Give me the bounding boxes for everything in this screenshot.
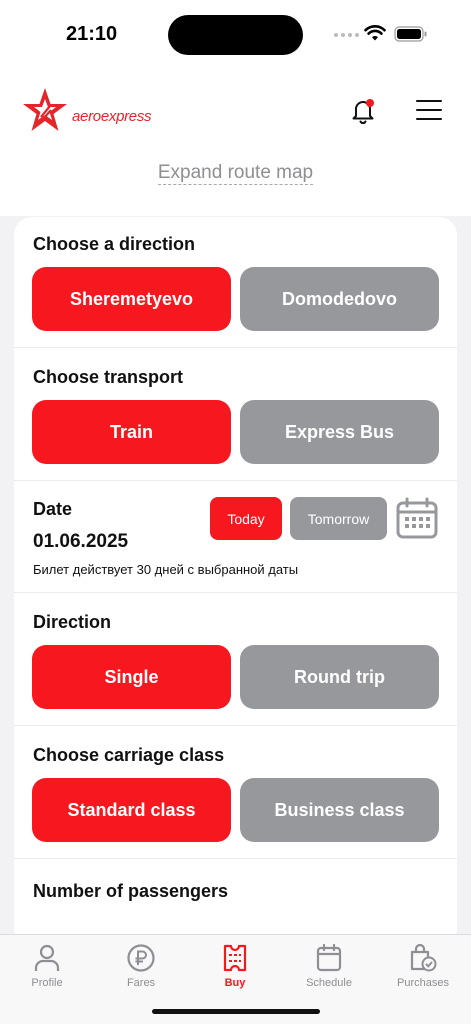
date-section-title: Date — [33, 499, 73, 519]
notification-bell-icon[interactable] — [348, 96, 378, 126]
transport-express-bus-button[interactable]: Express Bus — [240, 400, 439, 464]
ticket-icon — [223, 944, 247, 972]
trip-single-button[interactable]: Single — [32, 645, 231, 709]
route-domodedovo-button[interactable]: Domodedovo — [240, 267, 439, 331]
transport-section: Choose transport Train Express Bus — [14, 348, 457, 481]
carriage-section: Choose carriage class Standard class Bus… — [14, 726, 457, 859]
trip-direction-section-title: Direction — [33, 612, 112, 632]
tab-purchases-label: Purchases — [397, 977, 449, 989]
tab-schedule-label: Schedule — [306, 977, 352, 989]
route-sheremetyevo-button[interactable]: Sheremetyevo — [32, 267, 231, 331]
route-section-title: Choose a direction — [33, 234, 196, 254]
ruble-icon — [127, 944, 155, 972]
calendar-picker-icon[interactable] — [395, 497, 439, 541]
status-time: 21:10 — [66, 23, 118, 45]
tab-fares[interactable]: Fares — [94, 943, 188, 989]
header: aeroexpress Expand route map — [0, 62, 471, 216]
status-bar: 21:10 — [0, 0, 471, 62]
carriage-standard-button[interactable]: Standard class — [32, 778, 231, 842]
passengers-section-title: Number of passengers — [33, 881, 229, 901]
carriage-section-title: Choose carriage class — [33, 745, 225, 765]
home-indicator — [152, 1009, 320, 1014]
transport-train-button[interactable]: Train — [32, 400, 231, 464]
carriage-business-button[interactable]: Business class — [240, 778, 439, 842]
battery-icon — [394, 26, 427, 42]
date-tomorrow-button[interactable]: Tomorrow — [290, 497, 387, 540]
date-note: Билет действует 30 дней с выбранной даты — [33, 562, 299, 577]
tab-fares-label: Fares — [126, 977, 156, 989]
tab-buy[interactable]: Buy — [188, 943, 282, 989]
aeroexpress-logo[interactable]: aeroexpress — [20, 86, 152, 136]
tab-purchases[interactable]: Purchases — [376, 943, 470, 989]
person-icon — [34, 944, 60, 971]
date-today-button[interactable]: Today — [210, 497, 282, 540]
date-section: Date 01.06.2025 Билет действует 30 дней … — [14, 481, 457, 593]
wifi-icon — [364, 25, 386, 41]
trip-round-trip-button[interactable]: Round trip — [240, 645, 439, 709]
expand-route-map-link[interactable]: Expand route map — [0, 162, 471, 185]
tab-buy-label: Buy — [224, 977, 246, 989]
calendar-icon — [316, 943, 342, 972]
transport-section-title: Choose transport — [33, 367, 184, 387]
expand-route-map-label: Expand route map — [157, 162, 314, 185]
signal-icon — [334, 33, 359, 37]
tab-profile[interactable]: Profile — [0, 943, 94, 989]
booking-card: Choose a direction Sheremetyevo Domodedo… — [14, 217, 457, 947]
route-section: Choose a direction Sheremetyevo Domodedo… — [14, 217, 457, 348]
shopping-bag-icon — [410, 943, 437, 972]
tab-schedule[interactable]: Schedule — [282, 943, 376, 989]
trip-direction-section: Direction Single Round trip — [14, 593, 457, 726]
dynamic-island — [168, 15, 303, 55]
star-logo-icon — [23, 88, 67, 131]
tab-profile-label: Profile — [31, 977, 63, 989]
logo-text: aeroexpress — [72, 107, 152, 125]
date-value: 01.06.2025 — [33, 531, 129, 552]
menu-icon[interactable] — [416, 100, 442, 122]
